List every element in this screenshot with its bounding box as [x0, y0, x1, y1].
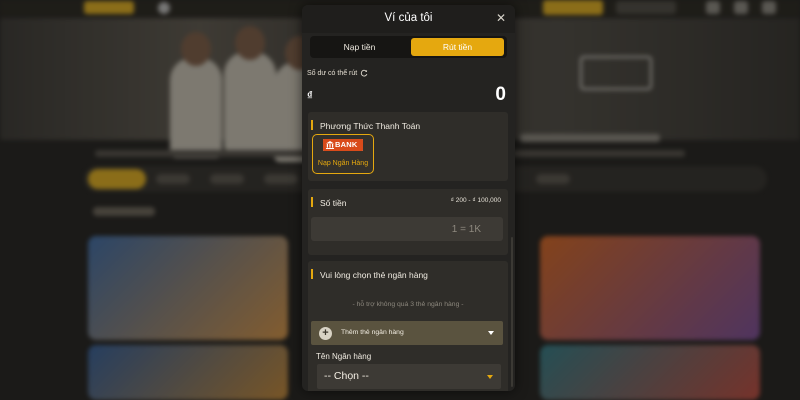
tab-deposit[interactable]: Nạp tiền	[313, 38, 406, 56]
payment-option-label: Nạp Ngân Hàng	[317, 160, 369, 167]
bg-menu-icon	[762, 1, 776, 14]
amount-section: Số tiền ₫ 200 - ₫ 100,000	[308, 189, 508, 255]
bg-game-card	[540, 236, 760, 340]
chevron-down-icon	[488, 331, 494, 335]
chevron-down-icon	[487, 375, 493, 379]
bg-logo	[84, 1, 134, 14]
tab-withdraw[interactable]: Rút tiền	[411, 38, 504, 56]
currency-icon: ₫	[307, 90, 313, 102]
amount-range: ₫ 200 - ₫ 100,000	[450, 197, 501, 204]
modal-header: Ví của tôi ✕	[302, 5, 515, 33]
bg-category-active	[88, 169, 146, 189]
bg-section-title	[93, 207, 155, 216]
bank-logo: BANK	[323, 139, 363, 151]
bank-name-select[interactable]: -- Chọn --	[317, 364, 501, 389]
bg-game-card	[88, 236, 288, 340]
plus-icon: +	[319, 327, 332, 340]
close-icon[interactable]: ✕	[494, 11, 508, 25]
payment-method-title: Phương Thức Thanh Toán	[320, 121, 421, 131]
bank-building-icon	[326, 141, 334, 149]
bg-club-icon	[158, 2, 170, 14]
bg-login-button	[543, 0, 603, 15]
amount-input[interactable]	[311, 217, 503, 241]
payment-option-bank[interactable]: BANK Nạp Ngân Hàng	[312, 134, 374, 174]
bg-top-info	[616, 1, 676, 14]
bg-mail-icon	[734, 1, 748, 14]
bank-card-title: Vui lòng chọn thẻ ngân hàng	[320, 270, 428, 280]
bank-name-label: Tên Ngân hàng	[316, 352, 372, 361]
payment-method-section: Phương Thức Thanh Toán BANK Nạp Ngân Hàn…	[308, 112, 508, 181]
bank-name-select-value: -- Chọn --	[324, 370, 369, 382]
add-bank-card-label: Thêm thẻ ngân hàng	[341, 329, 404, 336]
wallet-tabs: Nạp tiền Rút tiền	[310, 36, 507, 58]
wallet-modal: Ví của tôi ✕ Nạp tiền Rút tiền Số dư có …	[302, 5, 515, 391]
bg-game-card	[88, 345, 288, 400]
modal-title: Ví của tôi	[384, 12, 433, 24]
add-bank-card-button[interactable]: + Thêm thẻ ngân hàng	[311, 321, 503, 345]
bg-user-icon	[706, 1, 720, 14]
bg-game-card	[540, 345, 760, 400]
withdrawable-balance-label: Số dư có thể rút	[307, 70, 358, 77]
bank-card-section: Vui lòng chọn thẻ ngân hàng - hỗ trợ khô…	[308, 261, 508, 391]
refresh-icon[interactable]	[360, 69, 368, 77]
modal-scrollbar[interactable]	[511, 237, 513, 387]
bank-card-note: - hỗ trợ không quá 3 thẻ ngân hàng -	[352, 301, 464, 308]
amount-title: Số tiền	[320, 198, 347, 208]
balance-value: 0	[495, 84, 506, 105]
bg-banner-brand	[520, 78, 529, 110]
